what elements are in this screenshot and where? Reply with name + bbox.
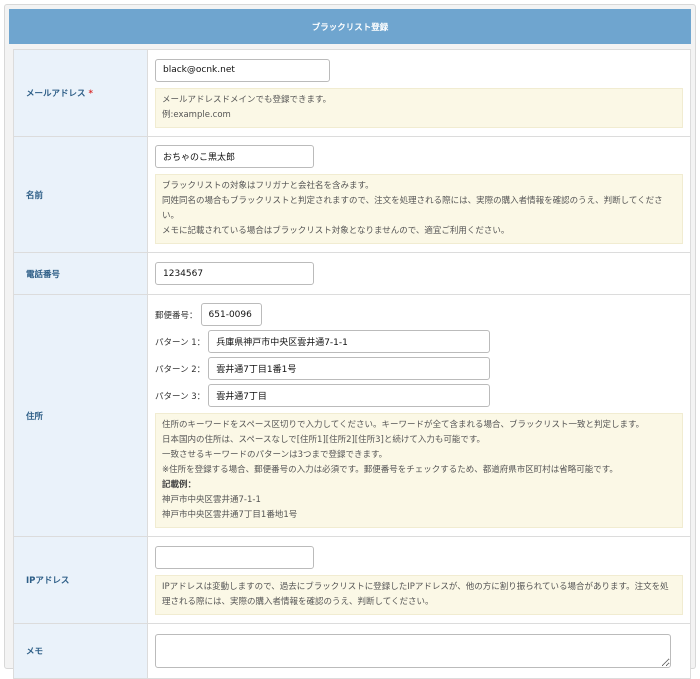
name-field-cell: おちゃのこ黒太郎 ブラックリストの対象はフリガナと会社名を含みます。 同姓同名の… bbox=[147, 136, 691, 253]
email-row: メールアドレス * black@ocnk.net メールアドレスドメインでも登録で… bbox=[13, 49, 691, 137]
name-label-cell: 名前 bbox=[13, 136, 148, 253]
pattern-row: パターン 3： 雲井通7丁目 bbox=[155, 384, 683, 407]
memo-field-cell bbox=[147, 623, 691, 679]
pattern-row: パターン 2： 雲井通7丁目1番1号 bbox=[155, 357, 683, 380]
ip-label: IPアドレス bbox=[26, 576, 70, 586]
name-input[interactable]: おちゃのこ黒太郎 bbox=[155, 145, 314, 168]
pattern-1-input[interactable]: 兵庫県神戸市中央区雲井通7-1-1 bbox=[208, 330, 491, 353]
form-panel: ブラックリスト登録 メールアドレス * black@ocnk.net メールアドレ… bbox=[4, 4, 696, 679]
phone-row: 電話番号 1234567 bbox=[13, 252, 691, 295]
required-mark: * bbox=[88, 89, 93, 99]
example-heading: 記載例： bbox=[162, 480, 197, 490]
postal-row: 郵便番号： 651-0096 bbox=[155, 303, 683, 326]
panel-title: ブラックリスト登録 bbox=[9, 9, 691, 44]
postal-code-input[interactable]: 651-0096 bbox=[200, 303, 262, 326]
pattern-label: パターン 2： bbox=[155, 364, 206, 375]
ip-field-cell: IPアドレスは変動しますので、過去にブラックリストに登録したIPアドレスが、他の… bbox=[147, 536, 691, 624]
pattern-3-input[interactable]: 雲井通7丁目 bbox=[208, 384, 491, 407]
phone-field-cell: 1234567 bbox=[147, 252, 691, 295]
name-label: 名前 bbox=[26, 190, 44, 201]
address-example: 神戸市中央区雲井通7丁目1番地1号 bbox=[162, 510, 298, 520]
phone-label: 電話番号 bbox=[26, 269, 61, 280]
pattern-2-input[interactable]: 雲井通7丁目1番1号 bbox=[208, 357, 491, 380]
pattern-label: パターン 3： bbox=[155, 391, 206, 402]
address-label: 住所 bbox=[26, 411, 44, 422]
memo-label: メモ bbox=[26, 647, 44, 657]
ip-note-line: IPアドレスは変動しますので、過去にブラックリストに登録したIPアドレスが、他の… bbox=[162, 581, 669, 607]
phone-label-cell: 電話番号 bbox=[13, 252, 148, 295]
name-note-line: メモに記載されている場合はブラックリスト対象となりませんので、適宜ご利用ください… bbox=[162, 226, 510, 236]
memo-row: メモ bbox=[13, 623, 691, 679]
email-label-cell: メールアドレス * bbox=[13, 49, 148, 137]
email-note-line: メールアドレスドメインでも登録できます。 bbox=[162, 94, 332, 105]
address-note-line: ※住所を登録する場合、郵便番号の入力は必須です。郵便番号をチェックするため、都道… bbox=[162, 465, 618, 475]
address-example: 神戸市中央区雲井通7-1-1 bbox=[162, 495, 261, 505]
email-input[interactable]: black@ocnk.net bbox=[155, 58, 330, 82]
name-note: ブラックリストの対象はフリガナと会社名を含みます。 同姓同名の場合もブラックリス… bbox=[155, 174, 683, 244]
address-note-line: 日本国内の住所は、スペースなしで[住所1][住所2][住所3]と続けて入力も可能… bbox=[162, 435, 485, 445]
email-note-line: 例:example.com bbox=[162, 109, 231, 120]
blacklist-form-table: メールアドレス * black@ocnk.net メールアドレスドメインでも登録で… bbox=[13, 49, 691, 679]
name-row: 名前 おちゃのこ黒太郎 ブラックリストの対象はフリガナと会社名を含みます。 同姓… bbox=[13, 136, 691, 253]
ip-label-cell: IPアドレス bbox=[13, 536, 148, 624]
memo-textarea[interactable] bbox=[155, 634, 671, 668]
pattern-row: パターン 1： 兵庫県神戸市中央区雲井通7-1-1 bbox=[155, 330, 683, 353]
name-note-line: ブラックリストの対象はフリガナと会社名を含みます。 bbox=[162, 181, 374, 191]
address-label-cell: 住所 bbox=[13, 294, 148, 537]
email-note: メールアドレスドメインでも登録できます。 例:example.com bbox=[155, 87, 683, 128]
email-field-cell: black@ocnk.net メールアドレスドメインでも登録できます。 例:ex… bbox=[147, 49, 691, 137]
postal-label: 郵便番号： bbox=[155, 310, 198, 321]
address-note-line: 住所のキーワードをスペース区切りで入力してください。キーワードが全て含まれる場合… bbox=[162, 420, 645, 430]
address-note-line: 一致させるキーワードのパターンは3つまで登録できます。 bbox=[162, 450, 388, 460]
address-field-cell: 郵便番号： 651-0096 パターン 1： 兵庫県神戸市中央区雲井通7-1-1… bbox=[147, 294, 691, 537]
address-note: 住所のキーワードをスペース区切りで入力してください。キーワードが全て含まれる場合… bbox=[155, 413, 683, 528]
name-note-line: 同姓同名の場合もブラックリストと判定されますので、注文を処理される際には、実際の… bbox=[162, 196, 663, 221]
email-label: メールアドレス bbox=[26, 89, 86, 99]
pattern-label: パターン 1： bbox=[155, 337, 206, 348]
phone-input[interactable]: 1234567 bbox=[155, 262, 314, 285]
ip-row: IPアドレス IPアドレスは変動しますので、過去にブラックリストに登録したIPア… bbox=[13, 536, 691, 624]
ip-input[interactable] bbox=[155, 545, 314, 569]
address-row: 住所 郵便番号： 651-0096 パターン 1： 兵庫県神戸市中央区雲井通7-… bbox=[13, 294, 691, 537]
ip-note: IPアドレスは変動しますので、過去にブラックリストに登録したIPアドレスが、他の… bbox=[155, 574, 683, 615]
memo-label-cell: メモ bbox=[13, 623, 148, 679]
